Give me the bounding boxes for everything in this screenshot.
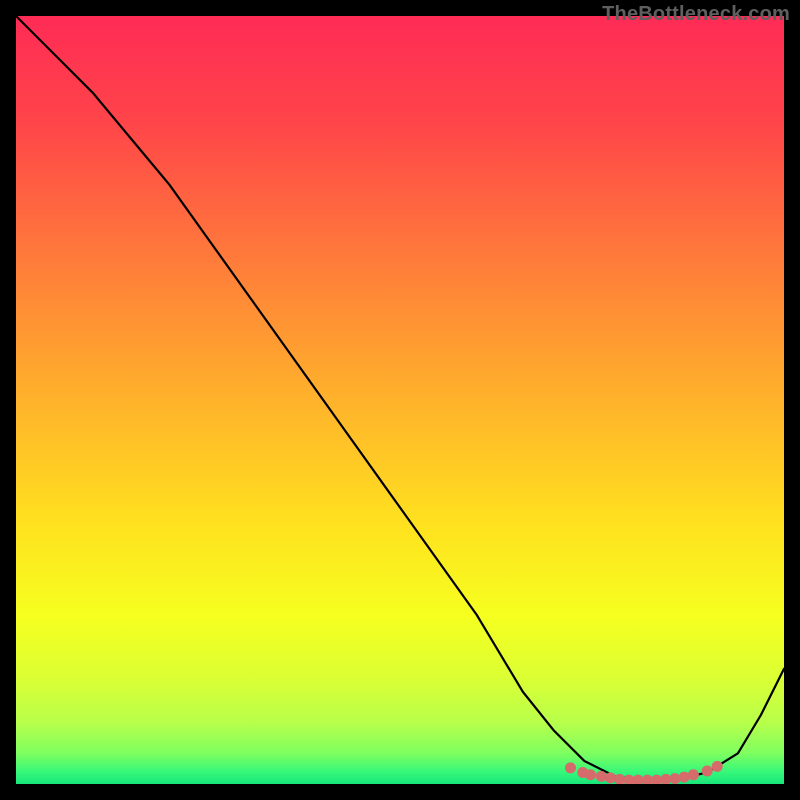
marker-point [605,772,616,783]
chart-svg [16,16,784,784]
chart-area [16,16,784,784]
marker-point [712,761,723,772]
marker-point [596,771,607,782]
marker-point [679,772,690,783]
marker-point [688,769,699,780]
chart-background [16,16,784,784]
marker-point [702,765,713,776]
marker-point [585,769,596,780]
marker-point [565,762,576,773]
marker-point [669,773,680,784]
